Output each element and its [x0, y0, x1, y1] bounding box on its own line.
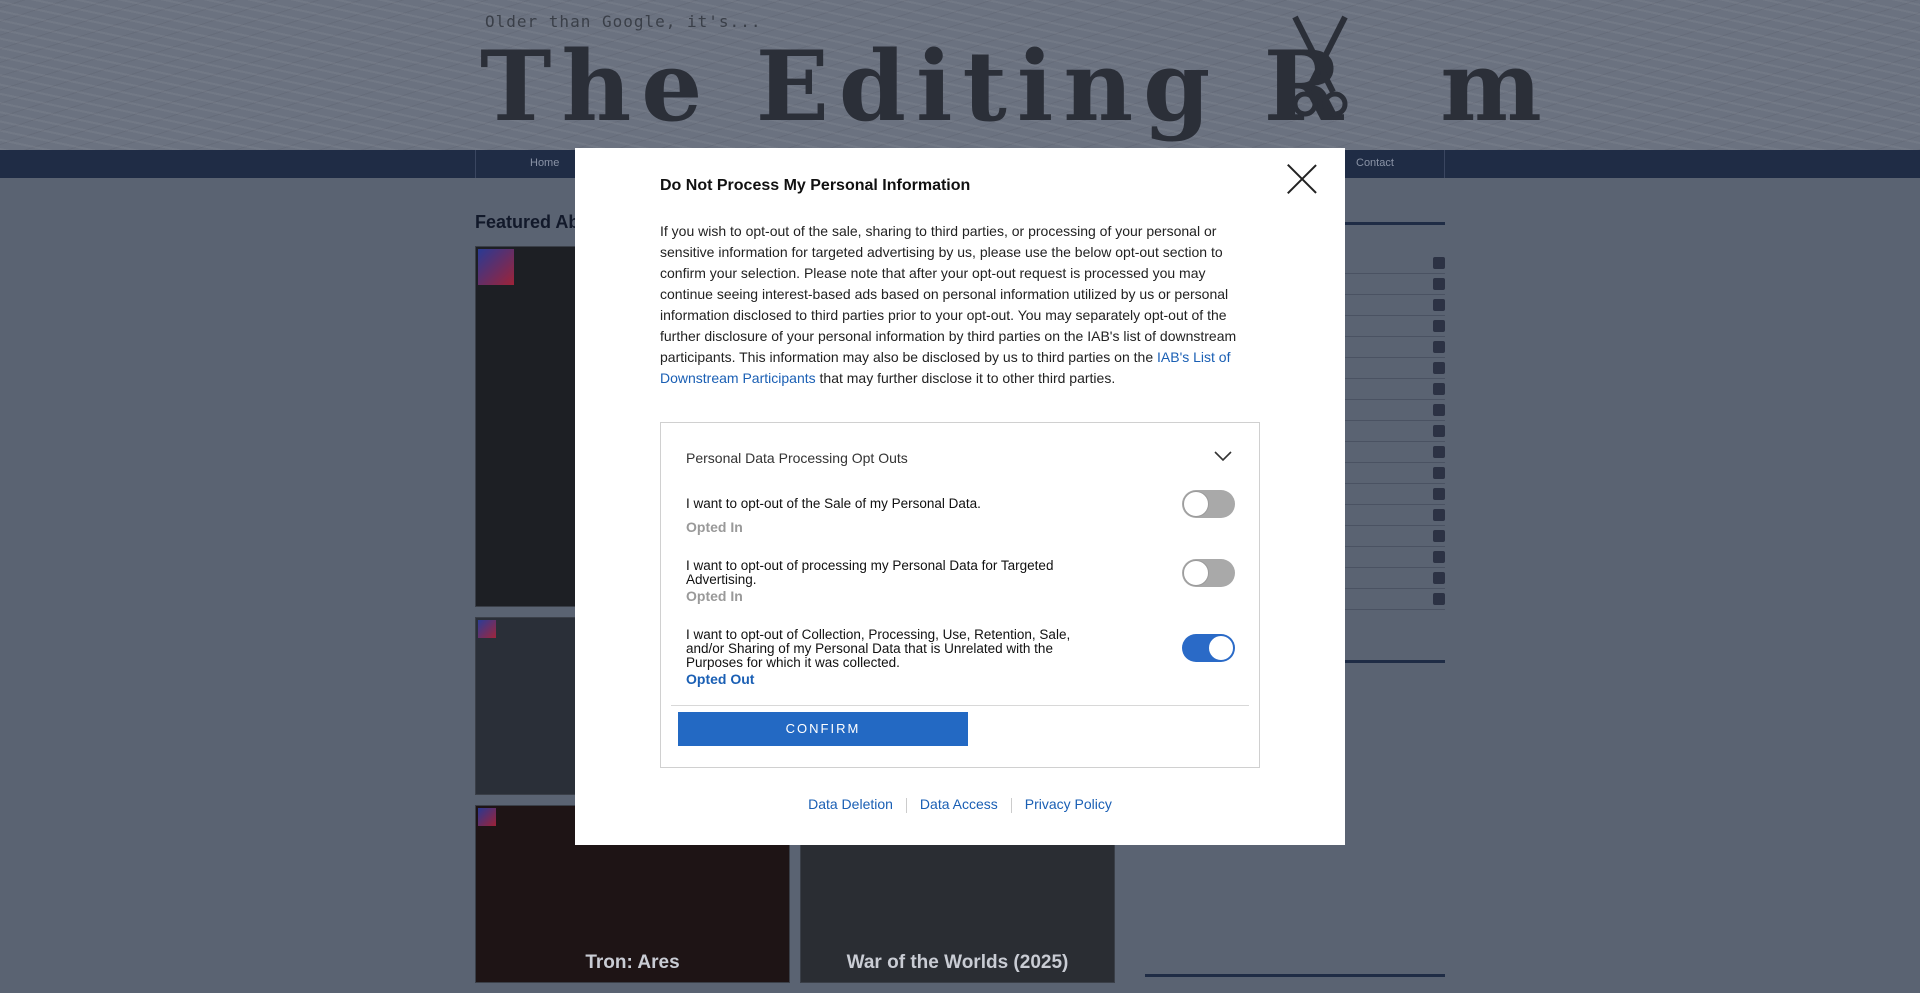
nav-home[interactable]: Home: [530, 157, 559, 169]
close-icon[interactable]: [1286, 163, 1318, 195]
category-icon: [1433, 425, 1445, 437]
opt-out-targeted-ads-toggle[interactable]: [1182, 559, 1235, 587]
nav-contact[interactable]: Contact: [1356, 157, 1394, 169]
category-icon: [1433, 593, 1445, 605]
opt-out-unrelated-purposes-toggle[interactable]: [1182, 634, 1235, 662]
opt-out-unrelated-purposes-label: I want to opt-out of Collection, Process…: [686, 627, 1071, 670]
modal-footer-links: Data Deletion Data Access Privacy Policy: [575, 796, 1345, 813]
category-icon: [1433, 551, 1445, 563]
privacy-policy-link[interactable]: Privacy Policy: [1012, 796, 1125, 812]
category-icon: [1433, 383, 1445, 395]
category-icon: [1433, 404, 1445, 416]
confirm-button[interactable]: CONFIRM: [678, 712, 968, 746]
opt-out-targeted-ads-label: I want to opt-out of processing my Perso…: [686, 558, 1054, 587]
modal-description-suffix: that may further disclose it to other th…: [815, 370, 1116, 386]
opt-out-targeted-ads-status: Opted In: [686, 588, 743, 604]
category-icon: [1433, 509, 1445, 521]
tile-caption: Tron: Ares: [585, 952, 680, 973]
opt-out-panel-header[interactable]: Personal Data Processing Opt Outs: [686, 450, 908, 466]
toggle-knob: [1183, 491, 1209, 517]
category-icon: [1433, 341, 1445, 353]
category-icon: [1433, 488, 1445, 500]
category-icon: [1433, 299, 1445, 311]
data-access-link[interactable]: Data Access: [907, 796, 1011, 812]
opt-out-sale-toggle[interactable]: [1182, 490, 1235, 518]
opt-out-unrelated-purposes-status: Opted Out: [686, 671, 755, 687]
tile-badge-icon: [478, 249, 514, 285]
category-icon: [1433, 467, 1445, 479]
category-icon: [1433, 320, 1445, 332]
category-icon: [1433, 278, 1445, 290]
modal-title: Do Not Process My Personal Information: [660, 177, 971, 194]
opt-out-divider: [671, 705, 1249, 706]
site-logo[interactable]: The Editing R m: [480, 30, 1552, 143]
opt-out-panel: Personal Data Processing Opt Outs I want…: [660, 422, 1260, 768]
category-icon: [1433, 446, 1445, 458]
category-icon: [1433, 572, 1445, 584]
site-header: Older than Google, it's... The Editing R…: [0, 0, 1920, 150]
sidebar-divider: [1145, 974, 1445, 977]
opt-out-sale-label: I want to opt-out of the Sale of my Pers…: [686, 496, 981, 511]
chevron-down-icon[interactable]: [1214, 450, 1232, 462]
modal-description: If you wish to opt-out of the sale, shar…: [660, 221, 1255, 389]
tile-caption: War of the Worlds (2025): [846, 952, 1069, 973]
modal-description-text: If you wish to opt-out of the sale, shar…: [660, 223, 1237, 365]
privacy-opt-out-modal: Do Not Process My Personal Information I…: [575, 148, 1345, 845]
opt-out-sale-status: Opted In: [686, 519, 743, 535]
category-icon: [1433, 362, 1445, 374]
toggle-knob: [1208, 635, 1234, 661]
site-tagline: Older than Google, it's...: [485, 12, 762, 31]
scissors-icon: [1292, 15, 1348, 117]
tile-badge-icon: [478, 620, 496, 638]
data-deletion-link[interactable]: Data Deletion: [795, 796, 906, 812]
toggle-knob: [1183, 560, 1209, 586]
featured-section-title: Featured Abr: [475, 212, 587, 232]
category-icon: [1433, 257, 1445, 269]
tile-badge-icon: [478, 808, 496, 826]
category-icon: [1433, 530, 1445, 542]
